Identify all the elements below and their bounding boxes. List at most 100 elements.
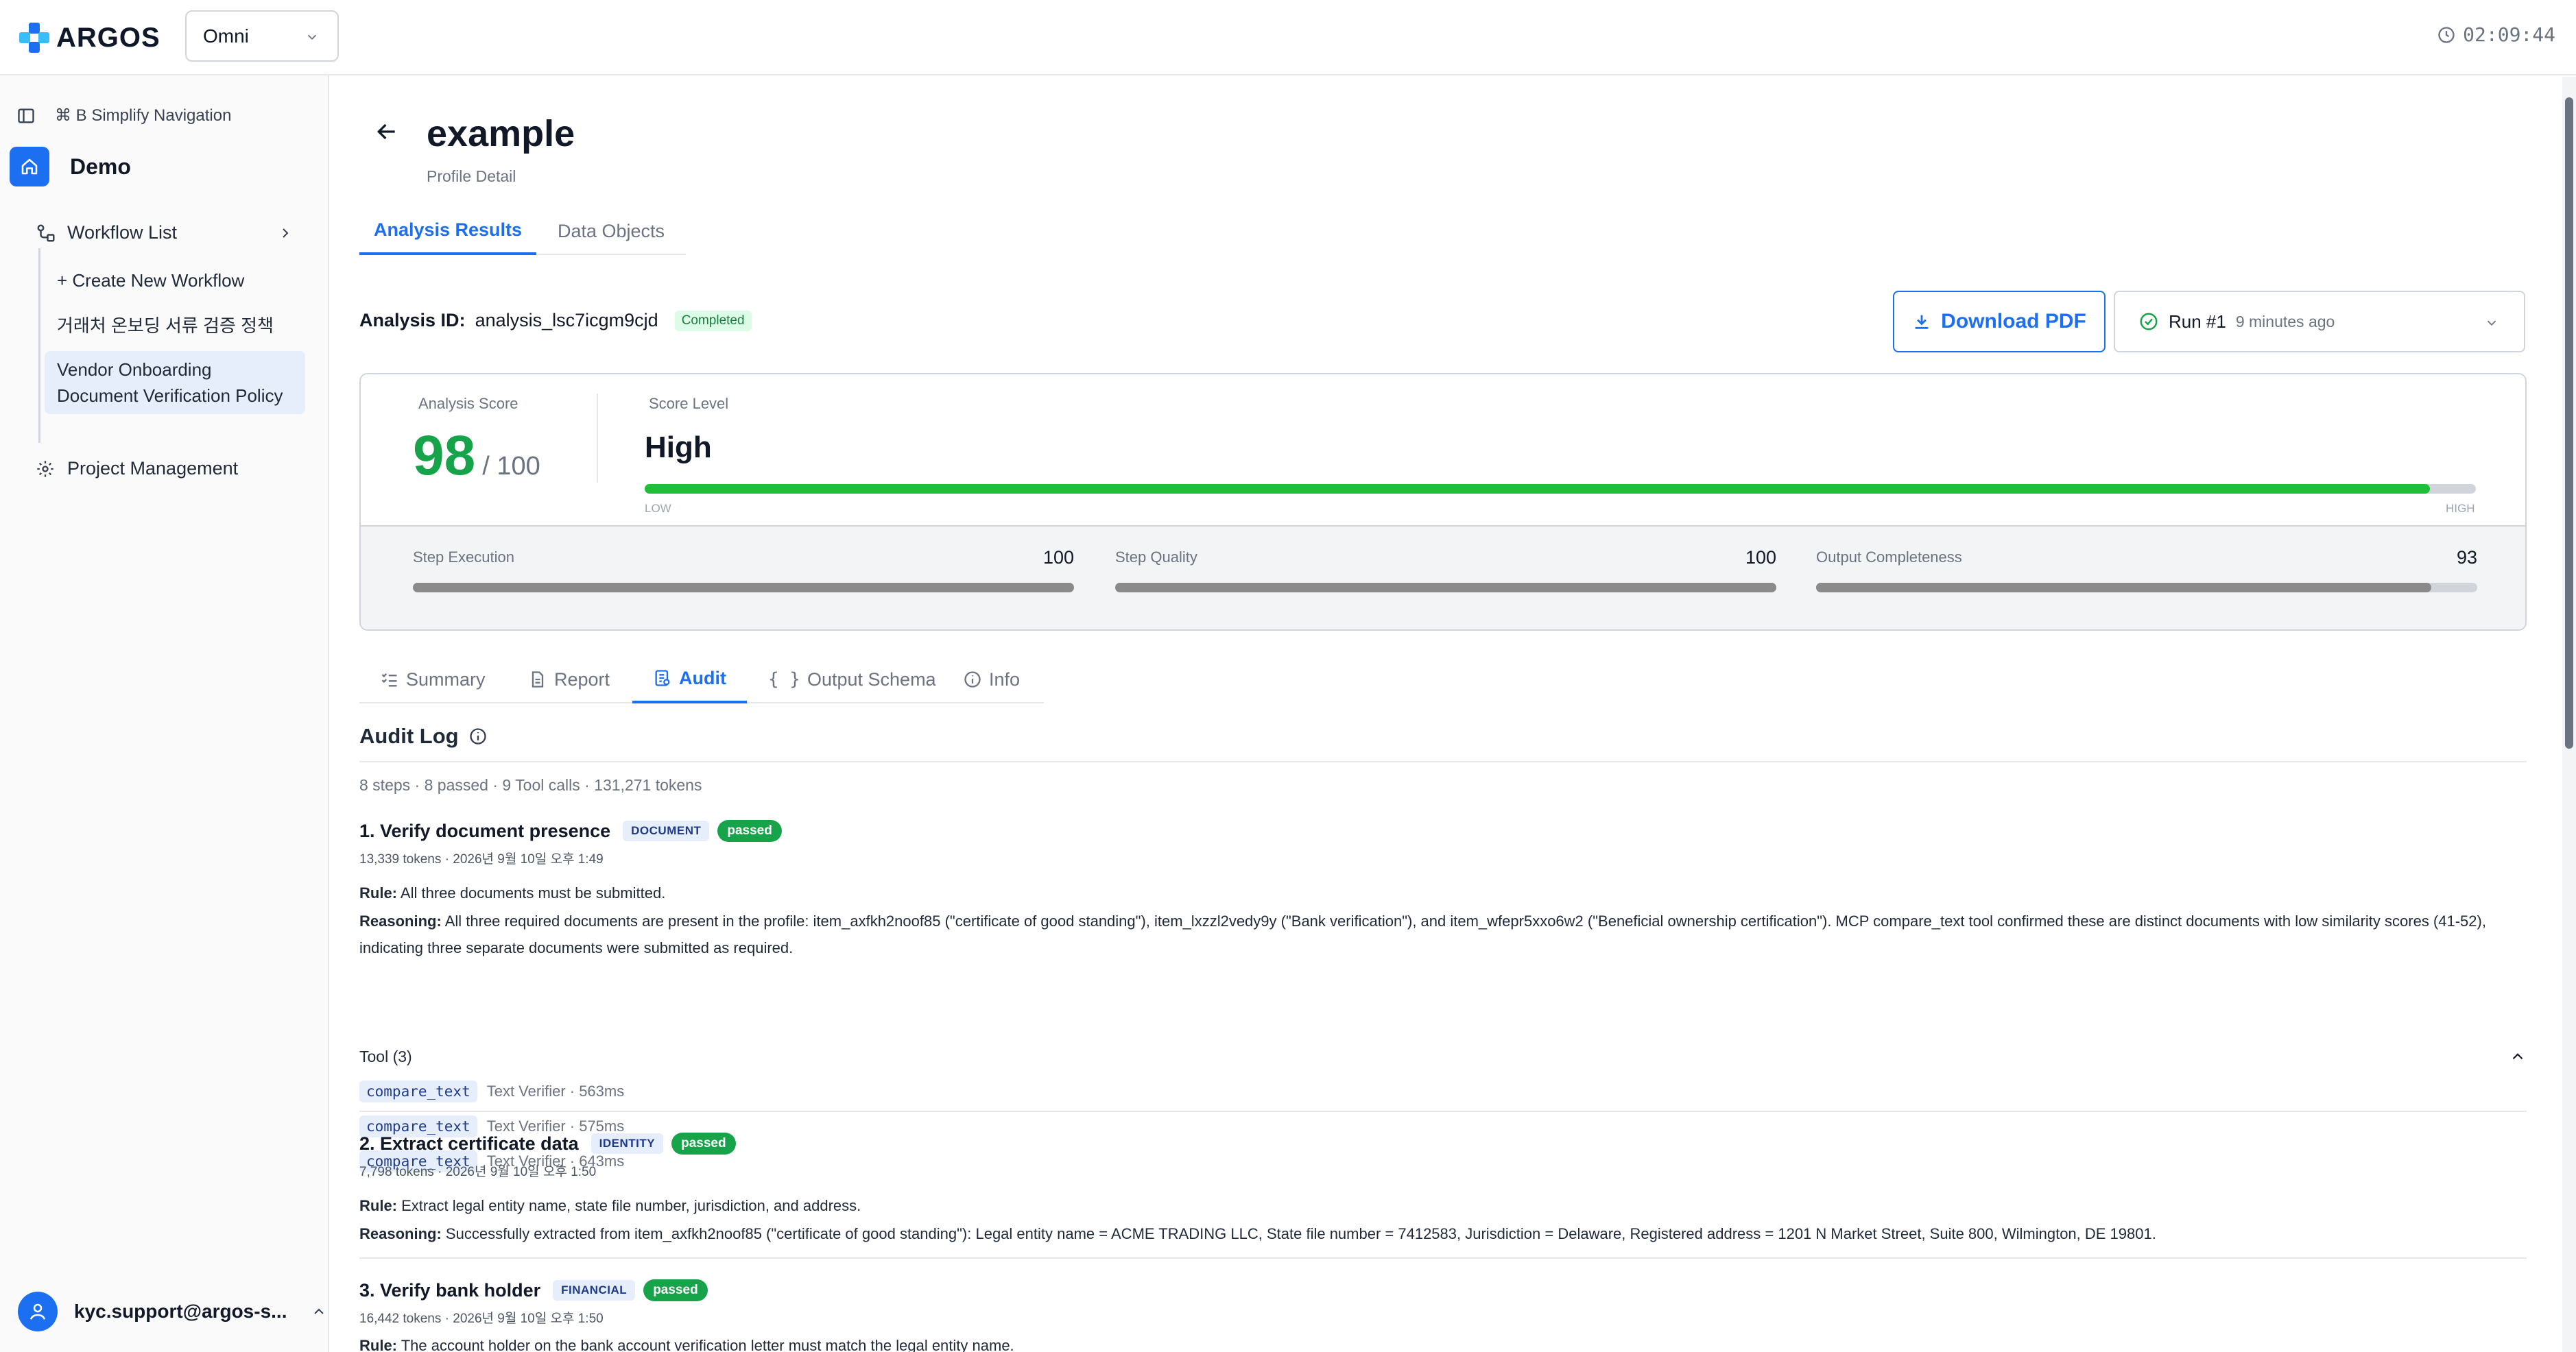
step-reasoning: Reasoning: All three required documents … xyxy=(359,908,2527,961)
score-card: Analysis Score 98 / 100 Score Level High… xyxy=(359,373,2527,631)
run-select[interactable]: Run #1 9 minutes ago xyxy=(2114,291,2525,352)
brand-name: ARGOS xyxy=(56,22,160,53)
sidebar: ⌘ B Simplify Navigation Demo Workflow Li… xyxy=(0,75,329,1352)
avatar xyxy=(18,1292,58,1331)
audit-icon xyxy=(655,670,670,686)
sidebar-toggle-icon xyxy=(18,108,34,123)
step-name: 3. Verify bank holder xyxy=(359,1279,541,1301)
step-reasoning: Reasoning: Successfully extracted from i… xyxy=(359,1220,2527,1247)
analysis-score-label: Analysis Score xyxy=(418,395,518,412)
metric-bar xyxy=(1115,583,1776,592)
download-pdf-button[interactable]: Download PDF xyxy=(1893,291,2106,352)
run-ago: 9 minutes ago xyxy=(2235,312,2335,330)
audit-step: 3. Verify bank holder FINANCIAL passed 1… xyxy=(359,1279,2527,1352)
reasoning-label: Reasoning: xyxy=(359,913,442,930)
info-icon xyxy=(964,671,981,688)
category-badge: IDENTITY xyxy=(591,1133,664,1154)
passed-badge: passed xyxy=(671,1133,736,1155)
session-timer: 02:09:44 xyxy=(2437,23,2555,46)
rule-text: Extract legal entity name, state file nu… xyxy=(401,1197,861,1214)
divider xyxy=(597,394,598,483)
divider xyxy=(359,1257,2527,1259)
chevron-up-icon xyxy=(313,1308,324,1314)
gear-icon xyxy=(37,460,53,477)
chevron-down-icon xyxy=(2487,320,2496,326)
score-summary: Analysis Score 98 / 100 Score Level High… xyxy=(361,374,2525,527)
step-rule: Rule: Extract legal entity name, state f… xyxy=(359,1192,2527,1219)
shortcut-label: ⌘ B Simplify Navigation xyxy=(55,106,232,125)
reasoning-text: Successfully extracted from item_axfkh2n… xyxy=(445,1225,2156,1242)
divider xyxy=(359,761,2527,762)
rule-label: Rule: xyxy=(359,1337,397,1352)
audit-log-heading: Audit Log xyxy=(359,724,459,748)
workflow-item-korean[interactable]: 거래처 온보딩 서류 검증 정책 xyxy=(57,313,274,339)
sidebar-item-project-management[interactable]: Project Management xyxy=(36,458,238,479)
rule-label: Rule: xyxy=(359,1197,397,1214)
tools-label: Tool (3) xyxy=(359,1048,412,1065)
audit-log-title: Audit Log xyxy=(359,724,488,749)
reasoning-text: All three required documents are present… xyxy=(359,913,2486,956)
step-meta: 16,442 tokens · 2026년 9월 10일 오후 1:50 xyxy=(359,1312,604,1326)
score-level-fill xyxy=(645,484,2431,494)
app-root: ARGOS Omni 02:09:44 ⌘ B Simplify Navigat… xyxy=(0,0,2576,1352)
rule-text: All three documents must be submitted. xyxy=(400,884,666,902)
create-workflow-link[interactable]: + Create New Workflow xyxy=(57,267,244,293)
low-label: LOW xyxy=(645,502,671,515)
chevron-up-icon xyxy=(2512,1053,2523,1060)
tools-toggle[interactable]: Tool (3) xyxy=(359,1048,2527,1066)
tab-label: Audit xyxy=(679,667,726,688)
tool-call[interactable]: compare_text Text Verifier · 563ms xyxy=(359,1081,624,1102)
passed-badge: passed xyxy=(717,820,782,842)
download-icon xyxy=(1915,315,1929,329)
tab-audit[interactable]: Audit xyxy=(632,655,747,703)
tab-analysis-results[interactable]: Analysis Results xyxy=(359,207,536,255)
check-circle-icon xyxy=(2140,313,2158,330)
analysis-id-value: analysis_lsc7icgm9cjd xyxy=(475,310,658,330)
chevron-down-icon xyxy=(307,34,317,40)
category-badge: FINANCIAL xyxy=(553,1280,636,1301)
step-name: 2. Extract certificate data xyxy=(359,1133,579,1154)
list-check-icon xyxy=(381,673,397,687)
metric-value: 100 xyxy=(1042,547,1074,568)
brand-logo[interactable]: ARGOS xyxy=(19,21,160,55)
page-tabs: Analysis Results Data Objects xyxy=(359,207,686,255)
tab-summary[interactable]: Summary xyxy=(380,655,486,703)
metric-fill xyxy=(413,583,1074,592)
scrollbar-thumb[interactable] xyxy=(2565,97,2573,749)
tab-label: Summary xyxy=(406,668,486,690)
back-arrow-icon[interactable] xyxy=(373,118,401,145)
metric-label: Step Execution xyxy=(413,548,514,566)
rule-label: Rule: xyxy=(359,884,397,902)
divider xyxy=(359,1111,2527,1112)
simplify-navigation-toggle[interactable]: ⌘ B Simplify Navigation xyxy=(16,106,231,125)
tool-name: compare_text xyxy=(359,1081,477,1102)
tab-report[interactable]: Report xyxy=(528,655,610,703)
step-meta: 13,339 tokens · 2026년 9월 10일 오후 1:49 xyxy=(359,852,604,867)
sidebar-item-workflow-list[interactable]: Workflow List xyxy=(36,222,294,243)
metric-label: Output Completeness xyxy=(1816,548,1962,566)
step-name: 1. Verify document presence xyxy=(359,820,611,841)
audit-step: 2. Extract certificate data IDENTITY pas… xyxy=(359,1133,2527,1247)
download-pdf-label: Download PDF xyxy=(1941,310,2086,333)
tab-info[interactable]: Info xyxy=(963,655,1020,703)
project-header[interactable]: Demo xyxy=(10,147,131,186)
metric-value: 93 xyxy=(2456,547,2477,568)
chevron-right-icon xyxy=(283,228,289,238)
main-scrollbar[interactable] xyxy=(2562,77,2576,1352)
tab-data-objects[interactable]: Data Objects xyxy=(536,207,686,255)
project-name: Demo xyxy=(70,154,131,179)
info-icon[interactable] xyxy=(468,727,488,746)
user-email: kyc.support@argos-s... xyxy=(74,1301,287,1322)
user-menu[interactable]: kyc.support@argos-s... xyxy=(18,1292,327,1331)
user-icon xyxy=(29,1303,46,1320)
tab-output-schema[interactable]: { } Output Schema xyxy=(768,655,936,703)
step-rule: Rule: The account holder on the bank acc… xyxy=(359,1332,2527,1352)
tab-label: Info xyxy=(989,668,1021,690)
run-label: Run #1 xyxy=(2169,311,2226,332)
workflow-subnav: + Create New Workflow 거래처 온보딩 서류 검증 정책 V… xyxy=(38,248,305,443)
home-icon xyxy=(10,147,49,186)
workspace-select[interactable]: Omni xyxy=(185,10,339,62)
workflow-item-vendor-onboarding[interactable]: Vendor Onboarding Document Verification … xyxy=(45,351,305,414)
rule-text: The account holder on the bank account v… xyxy=(401,1337,1014,1352)
step-header: 2. Extract certificate data IDENTITY pas… xyxy=(359,1133,2527,1155)
